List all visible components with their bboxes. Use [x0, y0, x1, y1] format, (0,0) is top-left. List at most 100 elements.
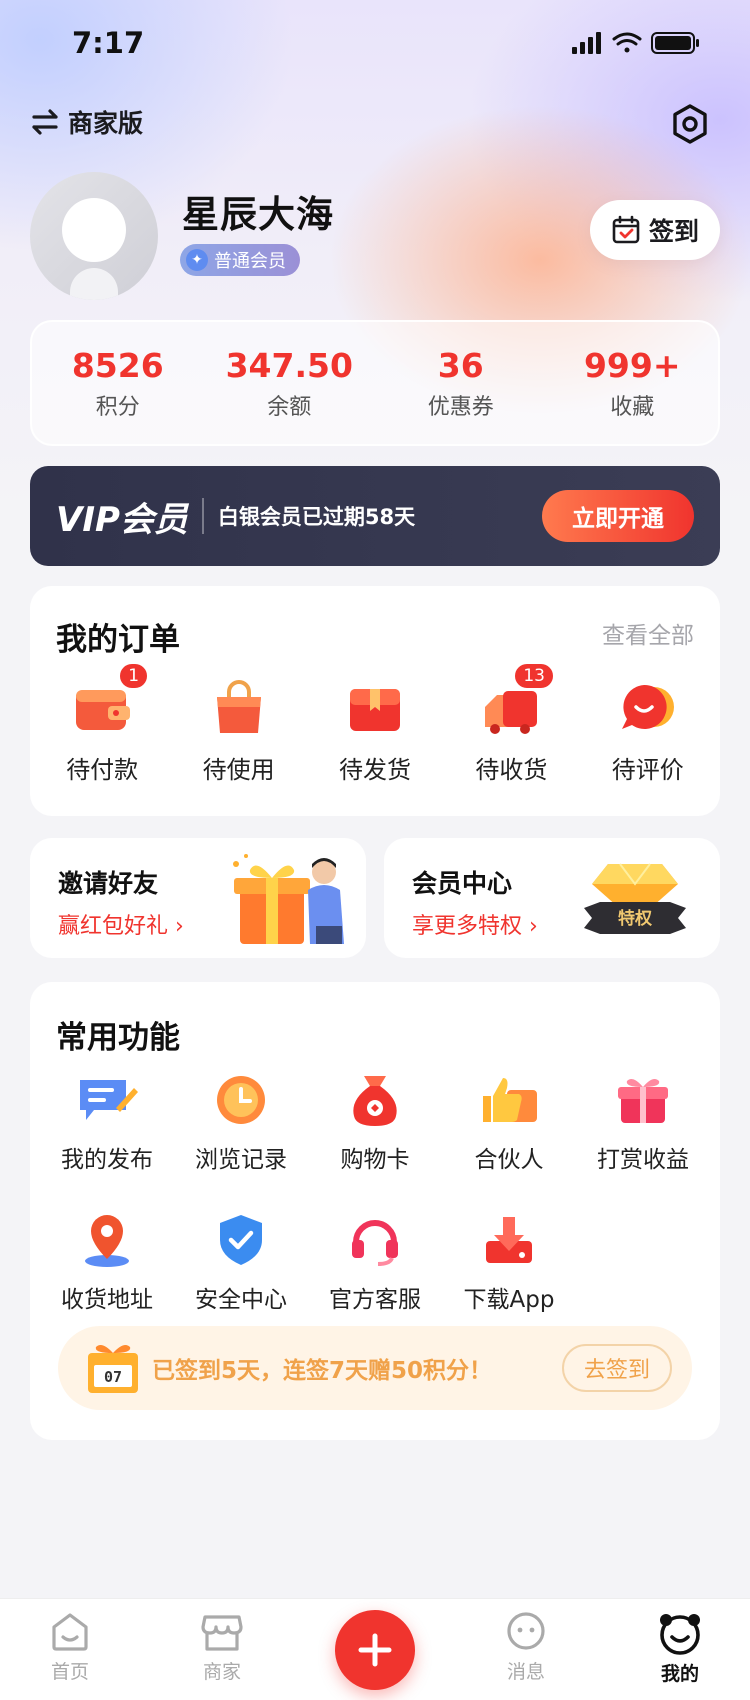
vip-title: VIP会员	[56, 499, 188, 540]
tab-merchant[interactable]: 商家	[172, 1611, 272, 1684]
merchant-switch-button[interactable]: 商家版	[30, 100, 143, 144]
status-time: 7:17	[72, 26, 145, 60]
go-checkin-button[interactable]: 去签到	[562, 1344, 672, 1392]
checkin-streak-banner: 07 已签到5天，连签7天赠50积分！ 去签到	[58, 1326, 692, 1410]
stat-value: 36	[437, 345, 484, 385]
order-pending-payment[interactable]: 1 待付款	[42, 662, 162, 785]
function-label: 我的发布	[61, 1147, 153, 1173]
checkin-label: 签到	[648, 217, 699, 246]
functions-title: 常用功能	[56, 1020, 180, 1056]
stat-favorites[interactable]: 999+ 收藏	[547, 322, 719, 444]
order-pending-review[interactable]: 待评价	[588, 676, 708, 785]
wifi-icon	[612, 32, 642, 53]
add-post-button[interactable]	[335, 1610, 415, 1690]
diamond-badge-icon: 特权	[584, 863, 686, 934]
money-bag-icon	[353, 1076, 397, 1126]
stats-card: 8526 积分 347.50 余额 36 优惠券 999+ 收藏	[30, 320, 720, 446]
order-count-badge: 13	[513, 662, 555, 690]
invite-subtitle: 赢红包好礼 ›	[58, 914, 184, 939]
stat-label: 优惠券	[427, 394, 494, 420]
avatar-head	[62, 198, 126, 262]
stat-balance[interactable]: 347.50 余额	[204, 322, 376, 444]
avatar[interactable]	[30, 172, 158, 300]
tab-label: 商家	[202, 1661, 241, 1683]
message-icon	[507, 1612, 545, 1650]
order-item-label: 待收货	[475, 756, 548, 784]
checkin-streak-message: 已签到5天，连签7天赠50积分！	[152, 1358, 493, 1384]
orders-card: 我的订单 查看全部 1 待付款 待使用 待发货 13 待收货 待评价	[30, 586, 720, 816]
order-item-label: 待付款	[66, 756, 139, 784]
member-center-subtitle: 享更多特权 ›	[412, 914, 538, 939]
function-label: 打赏收益	[597, 1147, 689, 1173]
function-history[interactable]: 浏览记录	[174, 1070, 308, 1174]
function-partner[interactable]: 合伙人	[442, 1070, 576, 1174]
tab-home[interactable]: 首页	[20, 1611, 120, 1684]
gift-icon	[618, 1079, 668, 1123]
username: 星辰大海	[182, 193, 334, 236]
calendar-check-icon	[612, 215, 640, 244]
checkin-button[interactable]: 签到	[590, 200, 720, 260]
store-icon	[201, 1615, 243, 1651]
privilege-badge-text: 特权	[618, 908, 653, 929]
function-download-app[interactable]: 下载App	[442, 1210, 576, 1314]
shopping-bag-icon	[216, 680, 261, 733]
tab-label: 消息	[506, 1661, 545, 1683]
vip-card[interactable]: VIP会员 白银会员已过期58天 立即开通	[30, 466, 720, 566]
member-level-badge[interactable]: ✦ 普通会员	[180, 244, 300, 276]
clock-icon	[217, 1076, 265, 1124]
home-icon	[52, 1613, 88, 1651]
orders-title: 我的订单	[56, 622, 180, 658]
profile-icon	[660, 1614, 700, 1655]
common-functions-card: 常用功能 我的发布 浏览记录 购物卡 合伙人 打赏收益 收货地址 安全中心 官方…	[30, 982, 720, 1440]
function-customer-service[interactable]: 官方客服	[308, 1210, 442, 1314]
stat-label: 积分	[95, 394, 140, 420]
tab-profile[interactable]: 我的	[630, 1611, 730, 1686]
member-level-label: 普通会员	[214, 251, 286, 272]
function-label: 下载App	[463, 1287, 555, 1313]
stat-value: 999+	[583, 345, 681, 385]
stat-label: 余额	[267, 394, 312, 420]
swap-icon	[32, 109, 58, 135]
tab-label: 首页	[50, 1661, 89, 1683]
stat-label: 收藏	[610, 394, 655, 420]
merchant-switch-label: 商家版	[68, 109, 144, 138]
member-center-title: 会员中心	[412, 869, 513, 898]
function-label: 收货地址	[61, 1287, 153, 1313]
stat-value: 8526	[71, 345, 164, 385]
function-rewards[interactable]: 打赏收益	[576, 1070, 710, 1174]
function-my-posts[interactable]: 我的发布	[40, 1070, 174, 1174]
invite-friends-card[interactable]: 邀请好友 赢红包好礼 ›	[30, 838, 366, 958]
tab-messages[interactable]: 消息	[476, 1611, 576, 1684]
function-address[interactable]: 收货地址	[40, 1210, 174, 1314]
view-all-orders-link[interactable]: 查看全部	[602, 616, 694, 650]
function-shopping-card[interactable]: 购物卡	[308, 1070, 442, 1174]
status-icons	[572, 32, 699, 54]
order-pending-ship[interactable]: 待发货	[315, 676, 435, 785]
plus-icon	[358, 1633, 392, 1667]
vip-activate-button[interactable]: 立即开通	[542, 490, 694, 542]
order-pending-use[interactable]: 待使用	[179, 676, 299, 785]
publish-icon	[80, 1080, 138, 1120]
avatar-body	[70, 268, 118, 300]
gift-person-illustration	[233, 854, 344, 944]
function-label: 购物卡	[340, 1147, 410, 1173]
download-icon	[486, 1217, 532, 1263]
tab-label: 我的	[660, 1663, 699, 1685]
vip-description: 白银会员已过期58天	[217, 505, 416, 529]
battery-icon	[651, 32, 699, 54]
order-status-row: 1 待付款 待使用 待发货 13 待收货 待评价	[30, 662, 720, 785]
member-center-card[interactable]: 会员中心 享更多特权 › 特权	[384, 838, 720, 958]
location-pin-icon	[85, 1215, 129, 1267]
settings-icon[interactable]	[668, 102, 712, 146]
function-label: 安全中心	[195, 1287, 287, 1313]
function-security[interactable]: 安全中心	[174, 1210, 308, 1314]
calendar-day-text: 07	[104, 1368, 122, 1386]
function-label: 官方客服	[329, 1287, 421, 1313]
stat-points[interactable]: 8526 积分	[32, 322, 204, 444]
signal-icon	[572, 32, 601, 54]
order-item-label: 待使用	[202, 756, 275, 784]
stat-coupons[interactable]: 36 优惠券	[375, 322, 547, 444]
order-count-badge: 1	[118, 662, 150, 690]
sparkle-icon: ✦	[186, 249, 208, 271]
order-pending-receive[interactable]: 13 待收货	[451, 662, 571, 785]
